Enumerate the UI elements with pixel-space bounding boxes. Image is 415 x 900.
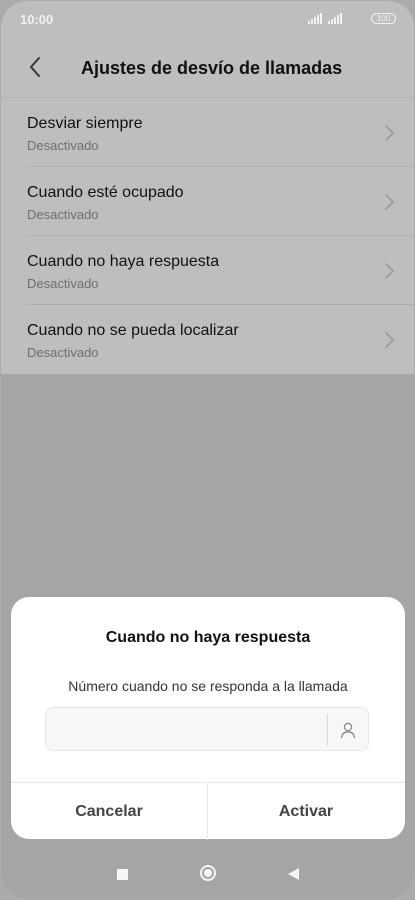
phone-screen: 10:00 100 Ajustes de desvío de llamadas … [1,1,414,899]
dialog-button-row: Cancelar Activar [11,782,405,840]
home-circle-icon[interactable] [200,865,216,881]
dialog-field-label: Número cuando no se responda a la llamad… [68,678,348,694]
list-item-status: Desactivado [27,276,99,291]
recents-square-icon[interactable] [117,869,128,880]
chevron-right-icon [385,125,394,141]
chevron-right-icon [385,263,394,279]
person-icon [340,722,356,739]
status-bar: 10:00 100 [1,1,414,37]
chevron-right-icon [385,194,394,210]
activate-button[interactable]: Activar [208,783,404,840]
forward-number-field [45,707,369,751]
cancel-button[interactable]: Cancelar [11,783,207,840]
list-item-always-forward[interactable]: Desviar siempre Desactivado [1,98,414,167]
signal-icon [308,13,322,24]
list-item-unreachable[interactable]: Cuando no se pueda localizar Desactivado [1,305,414,374]
contact-picker-button[interactable] [334,716,362,744]
status-time: 10:00 [20,12,54,27]
app-bar: Ajustes de desvío de llamadas [1,37,414,97]
dialog-title: Cuando no haya respuesta [105,629,311,646]
list-item-title: Cuando esté ocupado [27,184,184,201]
back-triangle-icon[interactable] [288,868,299,880]
list-item-title: Cuando no haya respuesta [27,253,220,270]
battery-icon: 100 [371,13,396,24]
chevron-right-icon [385,332,394,348]
list-item-status: Desactivado [27,207,99,222]
list-item-status: Desactivado [27,345,99,360]
device-frame: 10:00 100 Ajustes de desvío de llamadas … [0,0,415,900]
system-nav-bar [1,844,414,899]
list-item-title: Desviar siempre [27,115,143,132]
list-item-when-busy[interactable]: Cuando esté ocupado Desactivado [1,167,414,236]
forwarding-options-list: Desviar siempre Desactivado Cuando esté … [1,97,414,375]
list-item-no-answer[interactable]: Cuando no haya respuesta Desactivado [1,236,414,305]
back-button[interactable] [19,51,51,83]
no-answer-dialog: Cuando no haya respuesta Número cuando n… [11,597,405,840]
page-title: Ajustes de desvío de llamadas [81,58,343,78]
forward-number-input[interactable] [46,708,326,750]
list-item-status: Desactivado [27,138,99,153]
field-divider [327,714,328,746]
chevron-left-icon [30,57,40,77]
list-item-title: Cuando no se pueda localizar [27,322,239,339]
signal-icon [328,13,342,24]
battery-level: 100 [376,14,391,23]
